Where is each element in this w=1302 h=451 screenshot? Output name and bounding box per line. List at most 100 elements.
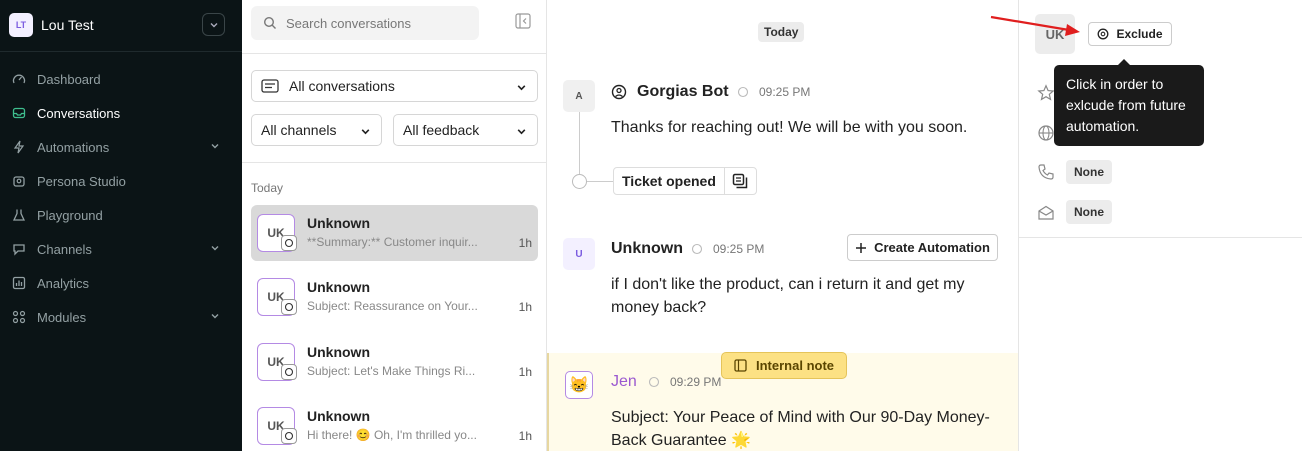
annotation-arrow-icon — [990, 15, 1080, 36]
divider — [1019, 237, 1302, 238]
avatar: U — [563, 238, 595, 270]
bot-icon — [611, 84, 627, 100]
exclude-tooltip: Click in order to exlcude from future au… — [1054, 65, 1204, 146]
globe-icon — [1038, 125, 1054, 141]
chat-channel-icon — [691, 243, 703, 255]
collapse-panel-button[interactable] — [515, 13, 531, 34]
inbox-icon — [11, 105, 27, 121]
chat-bubble-icon — [281, 235, 297, 251]
sidebar-item-label: Modules — [37, 309, 87, 325]
create-automation-button[interactable]: Create Automation — [847, 234, 998, 261]
star-icon[interactable] — [1037, 84, 1055, 102]
day-separator: Today — [758, 22, 805, 42]
sidebar-item-label: Automations — [37, 139, 110, 155]
exclude-icon — [1098, 28, 1109, 40]
chevron-down-icon — [517, 85, 526, 91]
workspace-switcher[interactable]: LT Lou Test — [9, 13, 94, 37]
sidebar-item-persona-studio[interactable]: Persona Studio — [0, 164, 242, 198]
message-time: 09:25 PM — [691, 242, 764, 256]
sidebar-item-label: Playground — [37, 207, 103, 223]
sidebar-item-channels[interactable]: Channels — [0, 232, 242, 266]
timeline-dot — [572, 174, 587, 189]
message-sender: Jen — [611, 373, 637, 391]
chevron-down-icon — [517, 129, 526, 135]
sidebar-item-automations[interactable]: Automations — [0, 130, 242, 164]
conversation-time: 1h — [518, 429, 532, 443]
chat-channel-icon — [737, 86, 749, 98]
sidebar: LT Lou Test Dashboard Conversations Auto… — [0, 0, 242, 451]
copy-button[interactable] — [723, 167, 756, 195]
time-text: 09:25 PM — [759, 85, 811, 99]
mail-icon — [1038, 205, 1054, 220]
exclude-button[interactable]: Exclude — [1088, 22, 1172, 46]
sidebar-item-label: Conversations — [37, 105, 121, 121]
conversation-preview: Hi there! 😊 Oh, I'm thrilled yo... — [307, 428, 477, 442]
collapse-panel-icon — [515, 13, 531, 29]
sidebar-divider — [0, 51, 242, 52]
sidebar-item-label: Analytics — [37, 275, 90, 291]
timeline-line — [579, 112, 580, 174]
avatar: A — [563, 80, 595, 112]
dashboard-icon — [11, 71, 27, 87]
conversation-name: Unknown — [307, 215, 370, 231]
timeline-connector — [587, 181, 613, 182]
bolt-icon — [11, 139, 27, 155]
workspace-dropdown-button[interactable] — [202, 13, 225, 36]
button-label: Exclude — [1116, 27, 1163, 41]
time-text: 09:25 PM — [713, 242, 765, 256]
message-body: Thanks for reaching out! We will be with… — [611, 119, 968, 136]
conversation-time: 1h — [518, 236, 532, 250]
avatar: 😸 — [565, 371, 593, 399]
select-value: All conversations — [289, 78, 395, 94]
sender-name: Gorgias Bot — [637, 83, 729, 100]
sidebar-item-dashboard[interactable]: Dashboard — [0, 62, 242, 96]
chevron-down-icon — [211, 314, 219, 319]
conversation-preview: Subject: Let's Make Things Ri... — [307, 364, 476, 378]
chat-channel-icon — [648, 376, 660, 388]
workspace-name: Lou Test — [41, 17, 94, 33]
sidebar-item-label: Channels — [37, 241, 92, 257]
conversation-item[interactable]: UK Unknown Subject: Let's Make Things Ri… — [251, 334, 538, 390]
message-body: Subject: Your Peace of Mind with Our 90-… — [611, 409, 990, 449]
conversation-name: Unknown — [307, 408, 370, 424]
conversation-item[interactable]: UK Unknown Subject: Reassurance on Your.… — [251, 269, 538, 325]
internal-note-badge: Internal note — [721, 352, 848, 379]
sidebar-item-label: Persona Studio — [37, 173, 126, 189]
select-value: All channels — [261, 122, 337, 138]
conversation-filter-select[interactable]: All conversations — [251, 70, 538, 102]
flask-icon — [11, 207, 27, 223]
channel-filter-select[interactable]: All channels — [251, 114, 382, 146]
sidebar-item-analytics[interactable]: Analytics — [0, 266, 242, 300]
chevron-down-icon — [211, 246, 219, 251]
app-root: LT Lou Test Dashboard Conversations Auto… — [0, 0, 1302, 451]
sidebar-item-playground[interactable]: Playground — [0, 198, 242, 232]
button-label: Create Automation — [874, 240, 990, 255]
divider — [242, 53, 547, 54]
search-icon — [263, 16, 276, 29]
conversation-item[interactable]: UK Unknown **Summary:** Customer inquir.… — [251, 205, 538, 261]
message-time: 09:25 PM — [737, 85, 810, 99]
message-sender: Gorgias Bot — [611, 83, 729, 101]
sidebar-item-conversations[interactable]: Conversations — [0, 96, 242, 130]
copy-icon — [733, 173, 748, 189]
conversation-time: 1h — [518, 365, 532, 379]
inbox-tray-icon — [261, 79, 279, 93]
feedback-filter-select[interactable]: All feedback — [393, 114, 538, 146]
conversation-preview: **Summary:** Customer inquir... — [307, 235, 478, 249]
conversation-preview: Subject: Reassurance on Your... — [307, 299, 478, 313]
language-row — [1037, 124, 1055, 142]
sender-name: Unknown — [611, 240, 683, 257]
modules-icon — [11, 309, 27, 325]
conversation-time: 1h — [518, 300, 532, 314]
message-sender: Unknown — [611, 240, 683, 258]
select-value: All feedback — [403, 122, 480, 138]
conversation-item[interactable]: UK Unknown Hi there! 😊 Oh, I'm thrilled … — [251, 398, 538, 451]
note-icon — [734, 359, 747, 372]
analytics-icon — [11, 275, 27, 291]
chevron-down-icon — [361, 129, 370, 135]
email-value: None — [1066, 200, 1112, 224]
search-input[interactable]: Search conversations — [251, 6, 479, 40]
sender-name: Jen — [611, 373, 637, 390]
sidebar-item-modules[interactable]: Modules — [0, 300, 242, 334]
conversation-thread: Today A Gorgias Bot 09:25 PM Thanks for … — [547, 0, 1018, 451]
